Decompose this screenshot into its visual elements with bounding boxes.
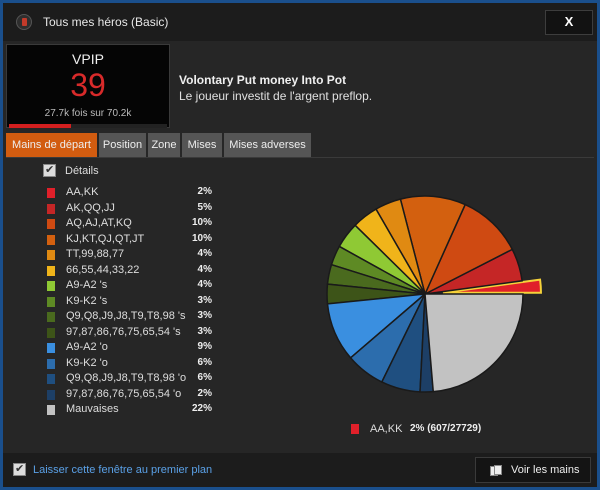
legend-label: K9-K2 'o bbox=[66, 356, 108, 369]
window-title: Tous mes héros (Basic) bbox=[43, 15, 169, 29]
legend-percent: 22% bbox=[191, 403, 212, 414]
legend-swatch bbox=[47, 343, 55, 353]
legend-percent: 4% bbox=[197, 279, 212, 290]
stat-panel: VPIP 39 27.7k fois sur 70.2k bbox=[6, 44, 170, 128]
legend-item[interactable]: AK,QQ,JJ 5% bbox=[47, 202, 212, 216]
legend-item[interactable]: A9-A2 's 4% bbox=[47, 279, 212, 293]
legend-label: KJ,KT,QJ,QT,JT bbox=[66, 232, 145, 245]
cards-icon bbox=[490, 465, 502, 476]
legend-label: 97,87,86,76,75,65,54 'o bbox=[66, 387, 182, 400]
legend-swatch bbox=[47, 281, 55, 291]
view-hands-label: Voir les mains bbox=[511, 464, 580, 476]
details-checkbox[interactable] bbox=[43, 163, 56, 177]
legend-item[interactable]: 97,87,86,76,75,65,54 's 3% bbox=[47, 326, 212, 340]
tab-mises[interactable]: Mises bbox=[182, 133, 223, 157]
tab-zone[interactable]: Zone bbox=[148, 133, 181, 157]
stat-count: 27.7k fois sur 70.2k bbox=[44, 108, 132, 119]
footer-bar: Laisser cette fenêtre au premier plan Vo… bbox=[3, 453, 597, 487]
legend-label: TT,99,88,77 bbox=[66, 248, 125, 260]
pie-selection-value: 2% (607/27729) bbox=[410, 423, 482, 434]
legend-item[interactable]: 97,87,86,76,75,65,54 'o 2% bbox=[47, 388, 212, 402]
pie-slice[interactable] bbox=[424, 293, 524, 393]
legend-swatch bbox=[47, 358, 55, 369]
legend-percent: 9% bbox=[197, 341, 212, 352]
legend-label: Mauvaises bbox=[66, 403, 119, 415]
legend-swatch bbox=[47, 327, 55, 338]
legend-item[interactable]: A9-A2 'o 9% bbox=[47, 341, 212, 355]
topmost-checkbox[interactable] bbox=[13, 462, 26, 476]
legend-label: 66,55,44,33,22 bbox=[66, 263, 140, 276]
legend-swatch bbox=[47, 265, 55, 276]
legend-percent: 6% bbox=[197, 372, 212, 383]
legend-item[interactable]: Q9,Q8,J9,J8,T9,T8,98 's 3% bbox=[47, 310, 212, 324]
legend-swatch bbox=[47, 405, 55, 415]
legend-swatch bbox=[47, 374, 55, 384]
view-hands-button[interactable]: Voir les mains bbox=[475, 457, 591, 483]
tab-position[interactable]: Position bbox=[99, 133, 147, 157]
legend-swatch bbox=[47, 234, 55, 245]
legend-label: AA,KK bbox=[66, 186, 99, 198]
legend-swatch bbox=[47, 296, 55, 307]
close-button[interactable]: X bbox=[545, 10, 593, 35]
stat-value: 39 bbox=[70, 67, 106, 103]
legend-item[interactable]: TT,99,88,77 4% bbox=[47, 248, 212, 262]
legend-item[interactable]: K9-K2 'o 6% bbox=[47, 357, 212, 371]
legend-percent: 2% bbox=[197, 186, 212, 197]
legend-swatch bbox=[47, 250, 55, 260]
details-label: Détails bbox=[65, 165, 99, 177]
legend-percent: 3% bbox=[197, 294, 212, 306]
legend-label: Q9,Q8,J9,J8,T9,T8,98 's bbox=[66, 310, 186, 322]
legend-item[interactable]: 66,55,44,33,22 4% bbox=[47, 264, 212, 278]
legend-percent: 10% bbox=[191, 232, 212, 244]
legend-swatch bbox=[47, 219, 55, 229]
app-logo-icon bbox=[16, 14, 32, 30]
stat-description-title: Volontary Put money Into Pot bbox=[179, 73, 347, 87]
stat-progress-bar bbox=[9, 124, 167, 128]
topmost-label[interactable]: Laisser cette fenêtre au premier plan bbox=[33, 464, 212, 476]
legend-swatch bbox=[47, 188, 55, 198]
stat-progress-fill bbox=[9, 124, 71, 128]
tab-mises-adverses[interactable]: Mises adverses bbox=[224, 133, 312, 157]
tab-mains-de-depart[interactable]: Mains de départ bbox=[6, 133, 98, 157]
legend-label: A9-A2 'o bbox=[66, 341, 108, 353]
legend-swatch bbox=[47, 203, 55, 214]
stats-window: Tous mes héros (Basic) X VPIP 39 27.7k f… bbox=[0, 0, 600, 490]
legend-percent: 4% bbox=[197, 248, 212, 259]
legend-label: 97,87,86,76,75,65,54 's bbox=[66, 325, 181, 338]
stat-description-text: Le joueur investit de l'argent preflop. bbox=[179, 89, 373, 103]
legend-item[interactable]: KJ,KT,QJ,QT,JT 10% bbox=[47, 233, 212, 247]
legend-label: A9-A2 's bbox=[66, 279, 108, 291]
legend-item[interactable]: AQ,AJ,AT,KQ 10% bbox=[47, 217, 212, 231]
legend-percent: 2% bbox=[197, 387, 212, 399]
legend-percent: 3% bbox=[197, 325, 212, 337]
legend-percent: 3% bbox=[197, 310, 212, 321]
stat-name: VPIP bbox=[72, 51, 104, 67]
legend-item[interactable]: Mauvaises 22% bbox=[47, 403, 212, 417]
pie-selection-label: AA,KK bbox=[370, 423, 403, 435]
pie-chart[interactable] bbox=[315, 179, 545, 409]
legend-label: Q9,Q8,J9,J8,T9,T8,98 'o bbox=[66, 372, 187, 384]
legend-swatch bbox=[47, 312, 55, 322]
legend-item[interactable]: Q9,Q8,J9,J8,T9,T8,98 'o 6% bbox=[47, 372, 212, 386]
pie-selection-swatch bbox=[351, 424, 359, 434]
legend-label: K9-K2 's bbox=[66, 294, 108, 307]
title-bar[interactable]: Tous mes héros (Basic) X bbox=[3, 3, 597, 41]
legend-percent: 10% bbox=[191, 217, 212, 228]
legend-percent: 4% bbox=[197, 263, 212, 275]
legend-item[interactable]: AA,KK 2% bbox=[47, 186, 212, 200]
legend-item[interactable]: K9-K2 's 3% bbox=[47, 295, 212, 309]
legend-label: AQ,AJ,AT,KQ bbox=[66, 217, 132, 229]
legend-percent: 5% bbox=[197, 201, 212, 213]
legend-percent: 6% bbox=[197, 356, 212, 368]
legend-label: AK,QQ,JJ bbox=[66, 201, 115, 214]
legend-swatch bbox=[47, 389, 55, 400]
